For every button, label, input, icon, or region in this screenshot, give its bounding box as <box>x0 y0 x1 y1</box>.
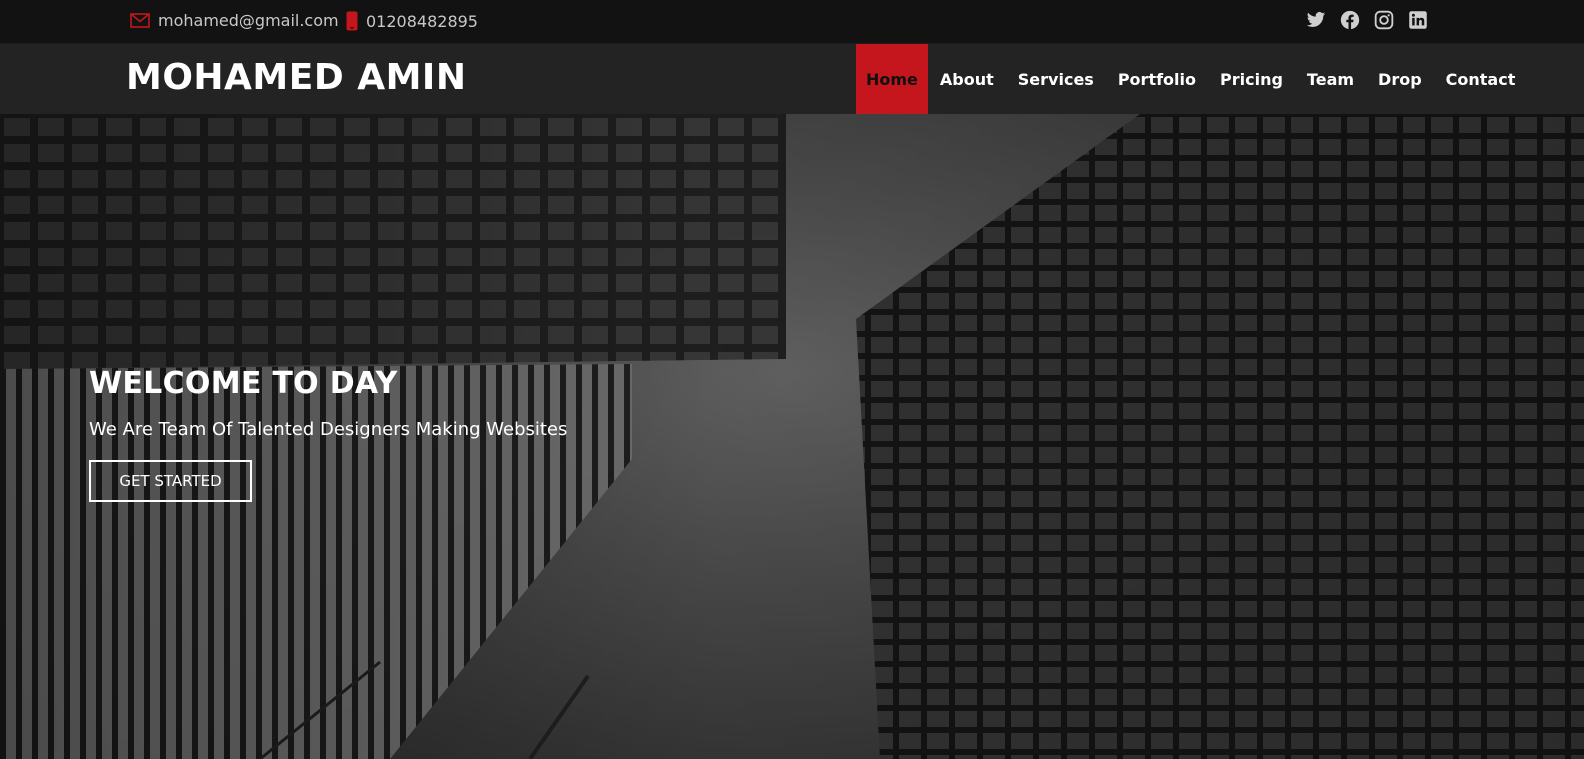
nav-item-services[interactable]: Services <box>1006 44 1106 114</box>
social-links <box>1306 10 1428 30</box>
phone-text: 01208482895 <box>366 11 478 31</box>
facebook-icon[interactable] <box>1340 10 1360 30</box>
main-navbar: MOHAMED AMIN Home About Services Portfol… <box>0 44 1584 114</box>
top-bar: mohamed@gmail.com 01208482895 <box>0 0 1584 44</box>
nav-item-about[interactable]: About <box>928 44 1006 114</box>
linkedin-icon[interactable] <box>1408 10 1428 30</box>
instagram-icon[interactable] <box>1374 10 1394 30</box>
site-logo[interactable]: MOHAMED AMIN <box>126 57 466 98</box>
contact-phone[interactable]: 01208482895 <box>346 11 478 31</box>
nav-item-team[interactable]: Team <box>1295 44 1366 114</box>
nav-item-portfolio[interactable]: Portfolio <box>1106 44 1208 114</box>
twitter-icon[interactable] <box>1306 10 1326 30</box>
nav-item-contact[interactable]: Contact <box>1434 44 1528 114</box>
hero-title: WELCOME TO DAY <box>89 366 398 401</box>
main-menu: Home About Services Portfolio Pricing Te… <box>856 44 1527 114</box>
get-started-button[interactable]: GET STARTED <box>89 460 252 502</box>
nav-item-pricing[interactable]: Pricing <box>1208 44 1295 114</box>
hero-section: WELCOME TO DAY We Are Team Of Talented D… <box>0 114 1584 759</box>
hero-subtitle: We Are Team Of Talented Designers Making… <box>89 419 568 440</box>
phone-icon <box>346 11 358 31</box>
envelope-icon <box>130 13 150 28</box>
email-text: mohamed@gmail.com <box>158 11 339 30</box>
nav-item-home[interactable]: Home <box>856 44 928 114</box>
contact-email[interactable]: mohamed@gmail.com <box>130 11 339 30</box>
nav-item-drop[interactable]: Drop <box>1366 44 1434 114</box>
